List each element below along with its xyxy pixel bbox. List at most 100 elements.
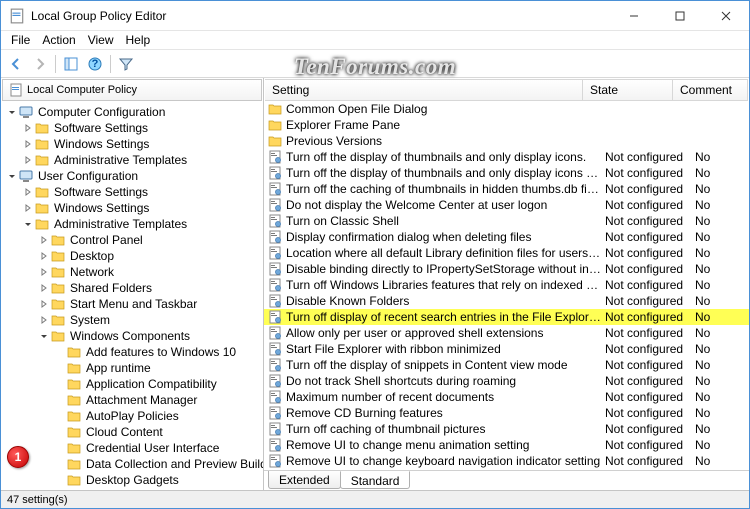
- tree-node[interactable]: Shared Folders: [1, 280, 263, 296]
- column-state[interactable]: State: [583, 80, 673, 100]
- titlebar[interactable]: Local Group Policy Editor: [1, 1, 749, 31]
- maximize-button[interactable]: [657, 1, 703, 30]
- tree-node[interactable]: Software Settings: [1, 120, 263, 136]
- tree-node[interactable]: Desktop Gadgets: [1, 472, 263, 488]
- tree-pane: Local Computer Policy Computer Configura…: [1, 78, 264, 490]
- setting-label: Turn off display of recent search entrie…: [286, 310, 601, 324]
- tree-node[interactable]: Software Settings: [1, 184, 263, 200]
- tab-extended[interactable]: Extended: [268, 471, 341, 489]
- settings-policy-row[interactable]: Do not track Shell shortcuts during roam…: [264, 373, 749, 389]
- setting-label: Maximum number of recent documents: [286, 390, 601, 404]
- setting-comment: No: [691, 198, 749, 212]
- setting-label: Turn off the display of snippets in Cont…: [286, 358, 601, 372]
- settings-policy-row[interactable]: Location where all default Library defin…: [264, 245, 749, 261]
- svg-text:?: ?: [92, 58, 99, 70]
- tree-node[interactable]: User Configuration: [1, 168, 263, 184]
- settings-folder-row[interactable]: Explorer Frame Pane: [264, 117, 749, 133]
- settings-policy-row[interactable]: Display confirmation dialog when deletin…: [264, 229, 749, 245]
- settings-policy-row[interactable]: Remove UI to change keyboard navigation …: [264, 453, 749, 469]
- expand-icon[interactable]: [37, 233, 51, 247]
- tree-view[interactable]: Computer ConfigurationSoftware SettingsW…: [1, 102, 263, 490]
- expand-icon[interactable]: [21, 201, 35, 215]
- expand-icon[interactable]: [21, 185, 35, 199]
- tree-node[interactable]: AutoPlay Policies: [1, 408, 263, 424]
- minimize-button[interactable]: [611, 1, 657, 30]
- folder-icon: [268, 134, 282, 148]
- tree-node[interactable]: Control Panel: [1, 232, 263, 248]
- tree-header[interactable]: Local Computer Policy: [2, 79, 262, 101]
- tree-node[interactable]: Application Compatibility: [1, 376, 263, 392]
- setting-comment: No: [691, 374, 749, 388]
- tree-node[interactable]: System: [1, 312, 263, 328]
- tree-node-label: Credential User Interface: [84, 441, 221, 455]
- tab-standard[interactable]: Standard: [340, 471, 411, 489]
- status-bar: 47 setting(s): [1, 490, 749, 508]
- forward-button[interactable]: [29, 53, 51, 75]
- close-button[interactable]: [703, 1, 749, 30]
- settings-policy-row[interactable]: Turn on Classic ShellNot configuredNo: [264, 213, 749, 229]
- policy-icon: [268, 230, 282, 244]
- show-hide-tree-button[interactable]: [60, 53, 82, 75]
- setting-label: Turn on Classic Shell: [286, 214, 601, 228]
- tree-node[interactable]: Administrative Templates: [1, 216, 263, 232]
- tree-node[interactable]: Cloud Content: [1, 424, 263, 440]
- tree-node[interactable]: Network: [1, 264, 263, 280]
- tree-node[interactable]: Start Menu and Taskbar: [1, 296, 263, 312]
- collapse-icon[interactable]: [37, 329, 51, 343]
- expand-icon[interactable]: [37, 249, 51, 263]
- settings-policy-row[interactable]: Remove CD Burning featuresNot configured…: [264, 405, 749, 421]
- settings-policy-row[interactable]: Start File Explorer with ribbon minimize…: [264, 341, 749, 357]
- settings-policy-row[interactable]: Allow only per user or approved shell ex…: [264, 325, 749, 341]
- column-comment[interactable]: Comment: [673, 80, 748, 100]
- collapse-icon[interactable]: [5, 105, 19, 119]
- settings-policy-row[interactable]: Do not display the Welcome Center at use…: [264, 197, 749, 213]
- tree-node[interactable]: Attachment Manager: [1, 392, 263, 408]
- menu-help[interactable]: Help: [120, 32, 157, 48]
- settings-policy-row[interactable]: Maximum number of recent documentsNot co…: [264, 389, 749, 405]
- expand-icon[interactable]: [21, 153, 35, 167]
- settings-policy-row[interactable]: Disable Known FoldersNot configuredNo: [264, 293, 749, 309]
- tree-node[interactable]: Windows Settings: [1, 200, 263, 216]
- expand-icon[interactable]: [37, 265, 51, 279]
- tree-node[interactable]: Data Collection and Preview Builds: [1, 456, 263, 472]
- tree-node[interactable]: Windows Settings: [1, 136, 263, 152]
- expand-icon[interactable]: [21, 137, 35, 151]
- tree-node[interactable]: Administrative Templates: [1, 152, 263, 168]
- menu-file[interactable]: File: [5, 32, 36, 48]
- settings-policy-row[interactable]: Turn off the caching of thumbnails in hi…: [264, 181, 749, 197]
- tree-node[interactable]: Windows Components: [1, 328, 263, 344]
- tree-node[interactable]: Desktop: [1, 248, 263, 264]
- column-setting[interactable]: Setting: [265, 80, 583, 100]
- collapse-icon[interactable]: [21, 217, 35, 231]
- settings-list[interactable]: Common Open File DialogExplorer Frame Pa…: [264, 101, 749, 470]
- tree-node[interactable]: Computer Configuration: [1, 104, 263, 120]
- tree-node-label: Shared Folders: [68, 281, 154, 295]
- tree-node[interactable]: Add features to Windows 10: [1, 344, 263, 360]
- setting-state: Not configured: [601, 182, 691, 196]
- settings-policy-row[interactable]: Turn off the display of thumbnails and o…: [264, 165, 749, 181]
- folder-icon: [35, 201, 49, 215]
- tree-node[interactable]: Credential User Interface: [1, 440, 263, 456]
- expand-icon[interactable]: [37, 313, 51, 327]
- expand-icon[interactable]: [37, 297, 51, 311]
- back-button[interactable]: [5, 53, 27, 75]
- settings-policy-row[interactable]: Turn off the display of snippets in Cont…: [264, 357, 749, 373]
- filter-button[interactable]: [115, 53, 137, 75]
- settings-policy-row[interactable]: Turn off the display of thumbnails and o…: [264, 149, 749, 165]
- expand-icon[interactable]: [37, 281, 51, 295]
- menu-view[interactable]: View: [82, 32, 120, 48]
- settings-folder-row[interactable]: Previous Versions: [264, 133, 749, 149]
- settings-policy-row[interactable]: Turn off caching of thumbnail picturesNo…: [264, 421, 749, 437]
- menu-action[interactable]: Action: [36, 32, 81, 48]
- expand-icon[interactable]: [21, 121, 35, 135]
- settings-policy-row[interactable]: Turn off Windows Libraries features that…: [264, 277, 749, 293]
- collapse-icon[interactable]: [5, 169, 19, 183]
- settings-policy-row[interactable]: Remove UI to change menu animation setti…: [264, 437, 749, 453]
- setting-state: Not configured: [601, 390, 691, 404]
- help-button[interactable]: ?: [84, 53, 106, 75]
- tree-node[interactable]: App runtime: [1, 360, 263, 376]
- settings-policy-row[interactable]: Disable binding directly to IPropertySet…: [264, 261, 749, 277]
- settings-policy-row[interactable]: Turn off display of recent search entrie…: [264, 309, 749, 325]
- setting-label: Disable binding directly to IPropertySet…: [286, 262, 601, 276]
- settings-folder-row[interactable]: Common Open File Dialog: [264, 101, 749, 117]
